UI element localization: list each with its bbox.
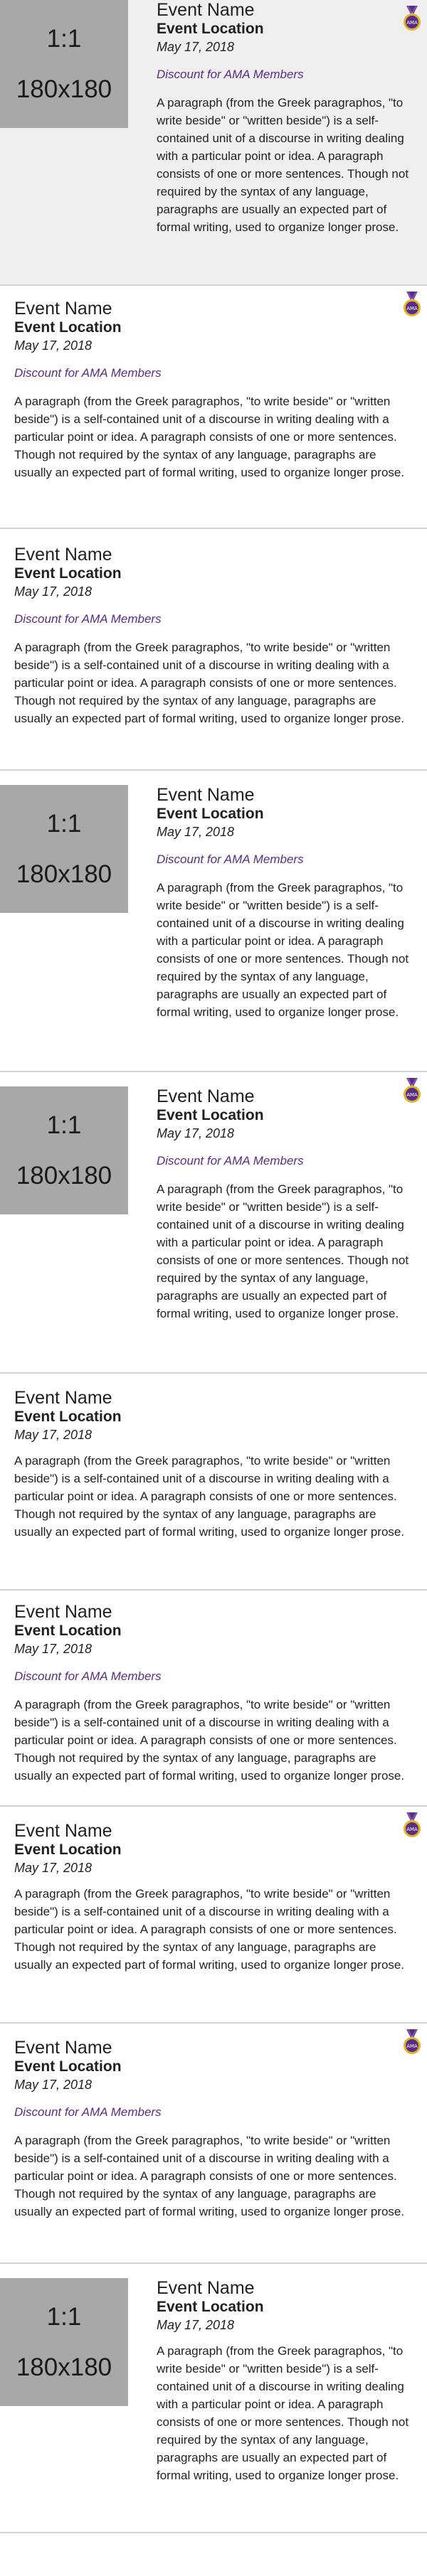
event-details: Event Name Event Location May 17, 2018 A pa… — [0, 1821, 427, 1974]
event-description: A paragraph (from the Greek paragraphos,… — [14, 2134, 405, 2218]
event-description: A paragraph (from the Greek paragraphos,… — [14, 1887, 405, 1972]
event-location: Event Location — [157, 21, 264, 37]
event-thumbnail-placeholder: 1:1 180x180 — [0, 0, 128, 128]
event-location: Event Location — [157, 1107, 264, 1123]
event-card[interactable]: Event Name Event Location May 17, 2018 Disc… — [0, 1591, 427, 1807]
svg-text:AMA: AMA — [406, 20, 418, 26]
event-description: A paragraph (from the Greek paragraphos,… — [14, 641, 405, 725]
event-name: Event Name — [14, 1388, 112, 1408]
thumbnail-ratio-label: 1:1 — [46, 1111, 82, 1139]
event-details: Event Name Event Location May 17, 2018 Disc… — [0, 299, 427, 481]
event-location: Event Location — [14, 1842, 122, 1858]
event-location: Event Location — [14, 565, 122, 582]
ama-member-medal-icon: AMA — [404, 292, 421, 316]
event-name: Event Name — [14, 1821, 112, 1841]
event-date: May 17, 2018 — [14, 584, 93, 599]
event-name: Event Name — [14, 545, 112, 565]
event-location: Event Location — [14, 1409, 122, 1425]
event-description: A paragraph (from the Greek paragraphos,… — [14, 395, 405, 479]
member-discount-label: Discount for AMA Members — [157, 1154, 304, 1167]
event-location: Event Location — [14, 319, 122, 336]
thumbnail-size-label: 180x180 — [16, 2353, 112, 2381]
event-date: May 17, 2018 — [14, 1861, 93, 1875]
event-date: May 17, 2018 — [14, 2078, 93, 2092]
svg-text:AMA: AMA — [406, 1092, 418, 1098]
event-card[interactable]: Event Name Event Location May 17, 2018 A pa… — [0, 1807, 427, 2024]
event-location: Event Location — [14, 1623, 122, 1639]
event-details: Event Name Event Location May 17, 2018 Disc… — [0, 1602, 427, 1785]
event-name: Event Name — [157, 785, 255, 805]
event-date: May 17, 2018 — [157, 1126, 235, 1140]
event-date: May 17, 2018 — [157, 40, 235, 54]
member-discount-label: Discount for AMA Members — [14, 612, 162, 626]
event-name: Event Name — [157, 2278, 255, 2298]
event-card[interactable]: Event Name Event Location May 17, 2018 Disc… — [0, 286, 427, 529]
event-thumbnail-placeholder: 1:1 180x180 — [0, 785, 128, 913]
event-date: May 17, 2018 — [14, 1642, 93, 1656]
event-thumbnail-placeholder: 1:1 180x180 — [0, 2278, 128, 2406]
event-description: A paragraph (from the Greek paragraphos,… — [14, 1454, 405, 1539]
event-description: A paragraph (from the Greek paragraphos,… — [157, 881, 409, 1019]
thumbnail-size-label: 180x180 — [16, 1162, 112, 1190]
event-name: Event Name — [157, 1086, 255, 1106]
thumbnail-ratio-label: 1:1 — [46, 810, 82, 838]
ama-member-medal-icon: AMA — [404, 2029, 421, 2054]
thumbnail-ratio-label: 1:1 — [46, 2303, 82, 2331]
event-details: Event Name Event Location May 17, 2018 A pa… — [157, 2278, 427, 2484]
event-description: A paragraph (from the Greek paragraphos,… — [157, 1182, 409, 1320]
event-name: Event Name — [14, 299, 112, 319]
event-name: Event Name — [14, 2038, 112, 2058]
event-location: Event Location — [157, 2299, 264, 2315]
member-discount-label: Discount for AMA Members — [14, 2105, 162, 2119]
svg-text:AMA: AMA — [406, 306, 418, 311]
event-description: A paragraph (from the Greek paragraphos,… — [157, 2344, 409, 2482]
thumbnail-size-label: 180x180 — [16, 75, 112, 103]
event-card[interactable]: 1:1 180x180 Event Name Event Location May 17… — [0, 2264, 427, 2533]
thumbnail-size-label: 180x180 — [16, 860, 112, 888]
member-discount-label: Discount for AMA Members — [14, 1669, 162, 1683]
event-card[interactable]: Event Name Event Location May 17, 2018 A pa… — [0, 1374, 427, 1591]
member-discount-label: Discount for AMA Members — [157, 68, 304, 81]
event-card[interactable]: Event Name Event Location May 17, 2018 Disc… — [0, 529, 427, 771]
ama-member-medal-icon: AMA — [404, 1812, 421, 1837]
event-card[interactable]: Event Name Event Location May 17, 2018 Disc… — [0, 2024, 427, 2264]
event-date: May 17, 2018 — [157, 825, 235, 839]
event-name: Event Name — [14, 1602, 112, 1622]
svg-text:AMA: AMA — [406, 2043, 418, 2049]
ama-member-medal-icon: AMA — [404, 1078, 421, 1103]
event-card[interactable]: 1:1 180x180 Event Name Event Location May 17… — [0, 1072, 427, 1374]
event-card[interactable]: 1:1 180x180 Event Name Event Location May 17… — [0, 0, 427, 286]
event-name: Event Name — [157, 0, 255, 20]
event-details: Event Name Event Location May 17, 2018 Disc… — [0, 2038, 427, 2220]
event-details: Event Name Event Location May 17, 2018 Disc… — [157, 0, 427, 236]
event-date: May 17, 2018 — [14, 1428, 93, 1442]
event-location: Event Location — [14, 2058, 122, 2075]
event-description: A paragraph (from the Greek paragraphos,… — [14, 1698, 405, 1783]
event-details: Event Name Event Location May 17, 2018 Disc… — [157, 785, 427, 1021]
member-discount-label: Discount for AMA Members — [157, 853, 304, 866]
event-date: May 17, 2018 — [14, 338, 93, 353]
event-list: 1:1 180x180 Event Name Event Location May 17… — [0, 0, 427, 2533]
event-card[interactable]: 1:1 180x180 Event Name Event Location May 17… — [0, 771, 427, 1072]
event-description: A paragraph (from the Greek paragraphos,… — [157, 96, 409, 234]
ama-member-medal-icon: AMA — [404, 6, 421, 31]
thumbnail-ratio-label: 1:1 — [46, 25, 82, 53]
event-details: Event Name Event Location May 17, 2018 Disc… — [157, 1086, 427, 1322]
event-date: May 17, 2018 — [157, 2318, 235, 2332]
event-details: Event Name Event Location May 17, 2018 Disc… — [0, 545, 427, 727]
event-thumbnail-placeholder: 1:1 180x180 — [0, 1086, 128, 1214]
svg-text:AMA: AMA — [406, 1827, 418, 1832]
member-discount-label: Discount for AMA Members — [14, 366, 162, 380]
event-details: Event Name Event Location May 17, 2018 A pa… — [0, 1388, 427, 1541]
event-location: Event Location — [157, 806, 264, 822]
